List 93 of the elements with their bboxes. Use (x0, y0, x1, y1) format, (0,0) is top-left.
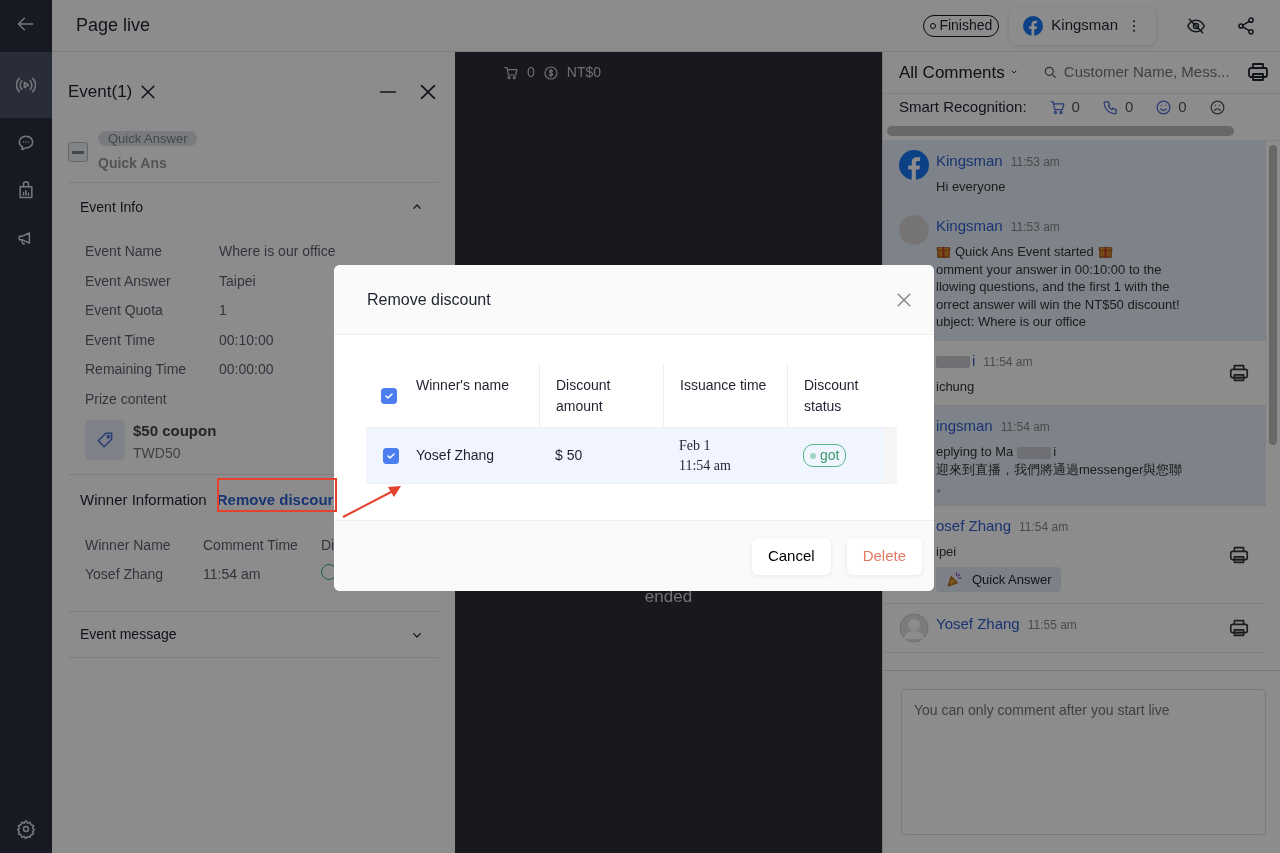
cart-icon[interactable] (1048, 99, 1066, 117)
comment-time: 11:53 am (1010, 219, 1060, 234)
column-header: Winner Name (85, 536, 172, 555)
sad-face-icon[interactable] (1208, 99, 1226, 117)
event-title: Quick Ans (98, 154, 168, 173)
info-label: Event Quota (85, 301, 164, 321)
info-label: Prize content (85, 389, 167, 409)
info-label: Remaining Time (85, 360, 188, 380)
shopping-bag-icon (16, 180, 36, 200)
comment-author[interactable]: osef Zhang (936, 516, 1012, 534)
table-cell-text: 11:54 am (203, 565, 262, 584)
delete-button[interactable]: Delete (846, 537, 922, 575)
share-icon[interactable] (1236, 15, 1256, 36)
account-name: Kingsman (1051, 15, 1118, 36)
facebook-logo-icon (899, 149, 929, 180)
comment-text: ipei (936, 543, 958, 561)
comment-text: Quick Ans Event started (955, 243, 1094, 261)
reply-label: i (1053, 444, 1057, 460)
back-arrow-icon (16, 14, 36, 34)
remove-discount-link[interactable]: Remove discour (216, 488, 334, 511)
check-icon (383, 390, 395, 402)
table-cell-text: Feb 1 11:54 am (679, 436, 731, 475)
cart-icon (503, 64, 519, 81)
column-header: Winner's name (416, 376, 510, 395)
settings-icon (16, 819, 36, 839)
comment-text: ichung (936, 378, 976, 396)
reply-label: eplying to Ma (936, 444, 1014, 460)
comment-text: ubject: Where is our office (936, 313, 1088, 331)
account-card[interactable]: Kingsman (1009, 6, 1156, 45)
section-title: Event message (80, 625, 177, 644)
comment-text: 迎來到直播，我們將通過messenger與您聯 (936, 460, 1184, 479)
comment-author[interactable]: Kingsman (936, 216, 1003, 234)
checkbox[interactable] (383, 447, 399, 464)
comment-filter-dropdown[interactable]: All Comments (899, 59, 1020, 86)
comment-tag: Quick Answer (936, 566, 1062, 593)
avatar (899, 613, 929, 644)
comment-author[interactable]: i (972, 351, 976, 369)
minus-icon (72, 150, 84, 154)
comment-time: 11:54 am (1019, 519, 1069, 534)
dollar-coin-icon (542, 64, 559, 81)
info-value: 00:10:00 (219, 330, 274, 350)
comment-text: 。 (936, 478, 950, 496)
party-popper-icon (946, 570, 964, 589)
recognition-count: 0 (1178, 97, 1187, 118)
smile-icon[interactable] (1155, 99, 1173, 117)
comment-text: orrect answer will win the NT$50 discount! (936, 295, 1181, 314)
tag-icon (95, 430, 115, 450)
smart-recognition-label: Smart Recognition: (899, 97, 1027, 118)
checkbox[interactable] (381, 388, 397, 404)
comment-author[interactable]: Yosef Zhang (936, 615, 1020, 633)
search-field[interactable]: Customer Name, Mess... (1041, 61, 1238, 84)
facebook-logo-icon (1023, 15, 1044, 36)
info-label: Event Answer (85, 271, 172, 291)
column-header: Comment Time (203, 536, 299, 555)
comment-author[interactable]: ingsman (936, 416, 993, 434)
stream-status: ended (644, 585, 693, 608)
section-title: Event Info (80, 197, 144, 217)
broadcast-icon (16, 75, 36, 95)
info-value: Where is our office (219, 242, 336, 262)
chat-bubble-icon (16, 132, 36, 152)
comment-text: omment your answer in 00:10:00 to the (936, 260, 1163, 279)
panel-tab[interactable]: Event(1) (68, 79, 133, 105)
cancel-button[interactable]: Cancel (751, 537, 831, 575)
comment-text: llowing questions, and the first 1 with the (936, 278, 1171, 296)
info-value: Taipei (219, 271, 256, 291)
info-label: Event Time (85, 330, 157, 350)
comment-time: 11:54 am (983, 354, 1033, 369)
status-badge: got (803, 444, 847, 467)
column-header: Di (321, 536, 336, 555)
info-value: 00:00:00 (219, 360, 274, 380)
info-value: 1 (219, 301, 227, 321)
broadcast-button[interactable] (0, 52, 52, 118)
vertical-scrollbar[interactable] (1269, 144, 1277, 445)
comment-text: Hi everyone (936, 178, 1007, 196)
sales-total: NT$0 (566, 63, 602, 82)
coupon-title: $50 coupon (133, 421, 217, 441)
recognition-count: 0 (1124, 97, 1134, 118)
dialog-title: Remove discount (367, 289, 492, 310)
table-cell-text: $ 50 (555, 446, 583, 465)
comment-time: 11:53 am (1010, 154, 1060, 169)
comment-time: 11:55 am (1027, 618, 1077, 633)
cart-count: 0 (527, 63, 535, 82)
comment-time: 11:54 am (1000, 419, 1050, 434)
table-cell-text: Yosef Zhang (85, 565, 165, 584)
collapse-checkbox[interactable] (68, 142, 88, 162)
recognition-count: 0 (1071, 97, 1080, 118)
section-title: Winner Information (80, 489, 207, 510)
info-label: Event Name (85, 242, 164, 262)
table-cell-text: Yosef Zhang (416, 446, 495, 465)
page-title: Page live (76, 14, 151, 37)
coupon-code: TWD50 (133, 443, 182, 463)
horizontal-scrollbar[interactable] (887, 125, 1234, 136)
comment-author[interactable]: Kingsman (936, 151, 1003, 169)
